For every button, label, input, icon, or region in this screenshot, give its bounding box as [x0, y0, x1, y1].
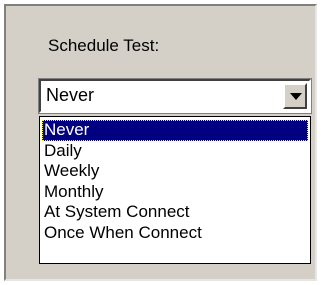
option-daily[interactable]: Daily [40, 141, 310, 162]
schedule-dropdown-value: Never [46, 85, 95, 105]
option-once-when-connect[interactable]: Once When Connect [40, 223, 310, 244]
dropdown-toggle-button[interactable] [283, 83, 307, 109]
chevron-down-icon [290, 93, 302, 100]
option-never[interactable]: Never [42, 120, 308, 141]
schedule-panel: Schedule Test: Never Never Daily Weekly … [4, 4, 317, 281]
option-monthly[interactable]: Monthly [40, 182, 310, 203]
schedule-test-label: Schedule Test: [48, 36, 160, 55]
schedule-options-list[interactable]: Never Daily Weekly Monthly At System Con… [39, 116, 311, 264]
schedule-dropdown[interactable]: Never [38, 78, 312, 114]
option-weekly[interactable]: Weekly [40, 161, 310, 182]
option-at-system-connect[interactable]: At System Connect [40, 202, 310, 223]
